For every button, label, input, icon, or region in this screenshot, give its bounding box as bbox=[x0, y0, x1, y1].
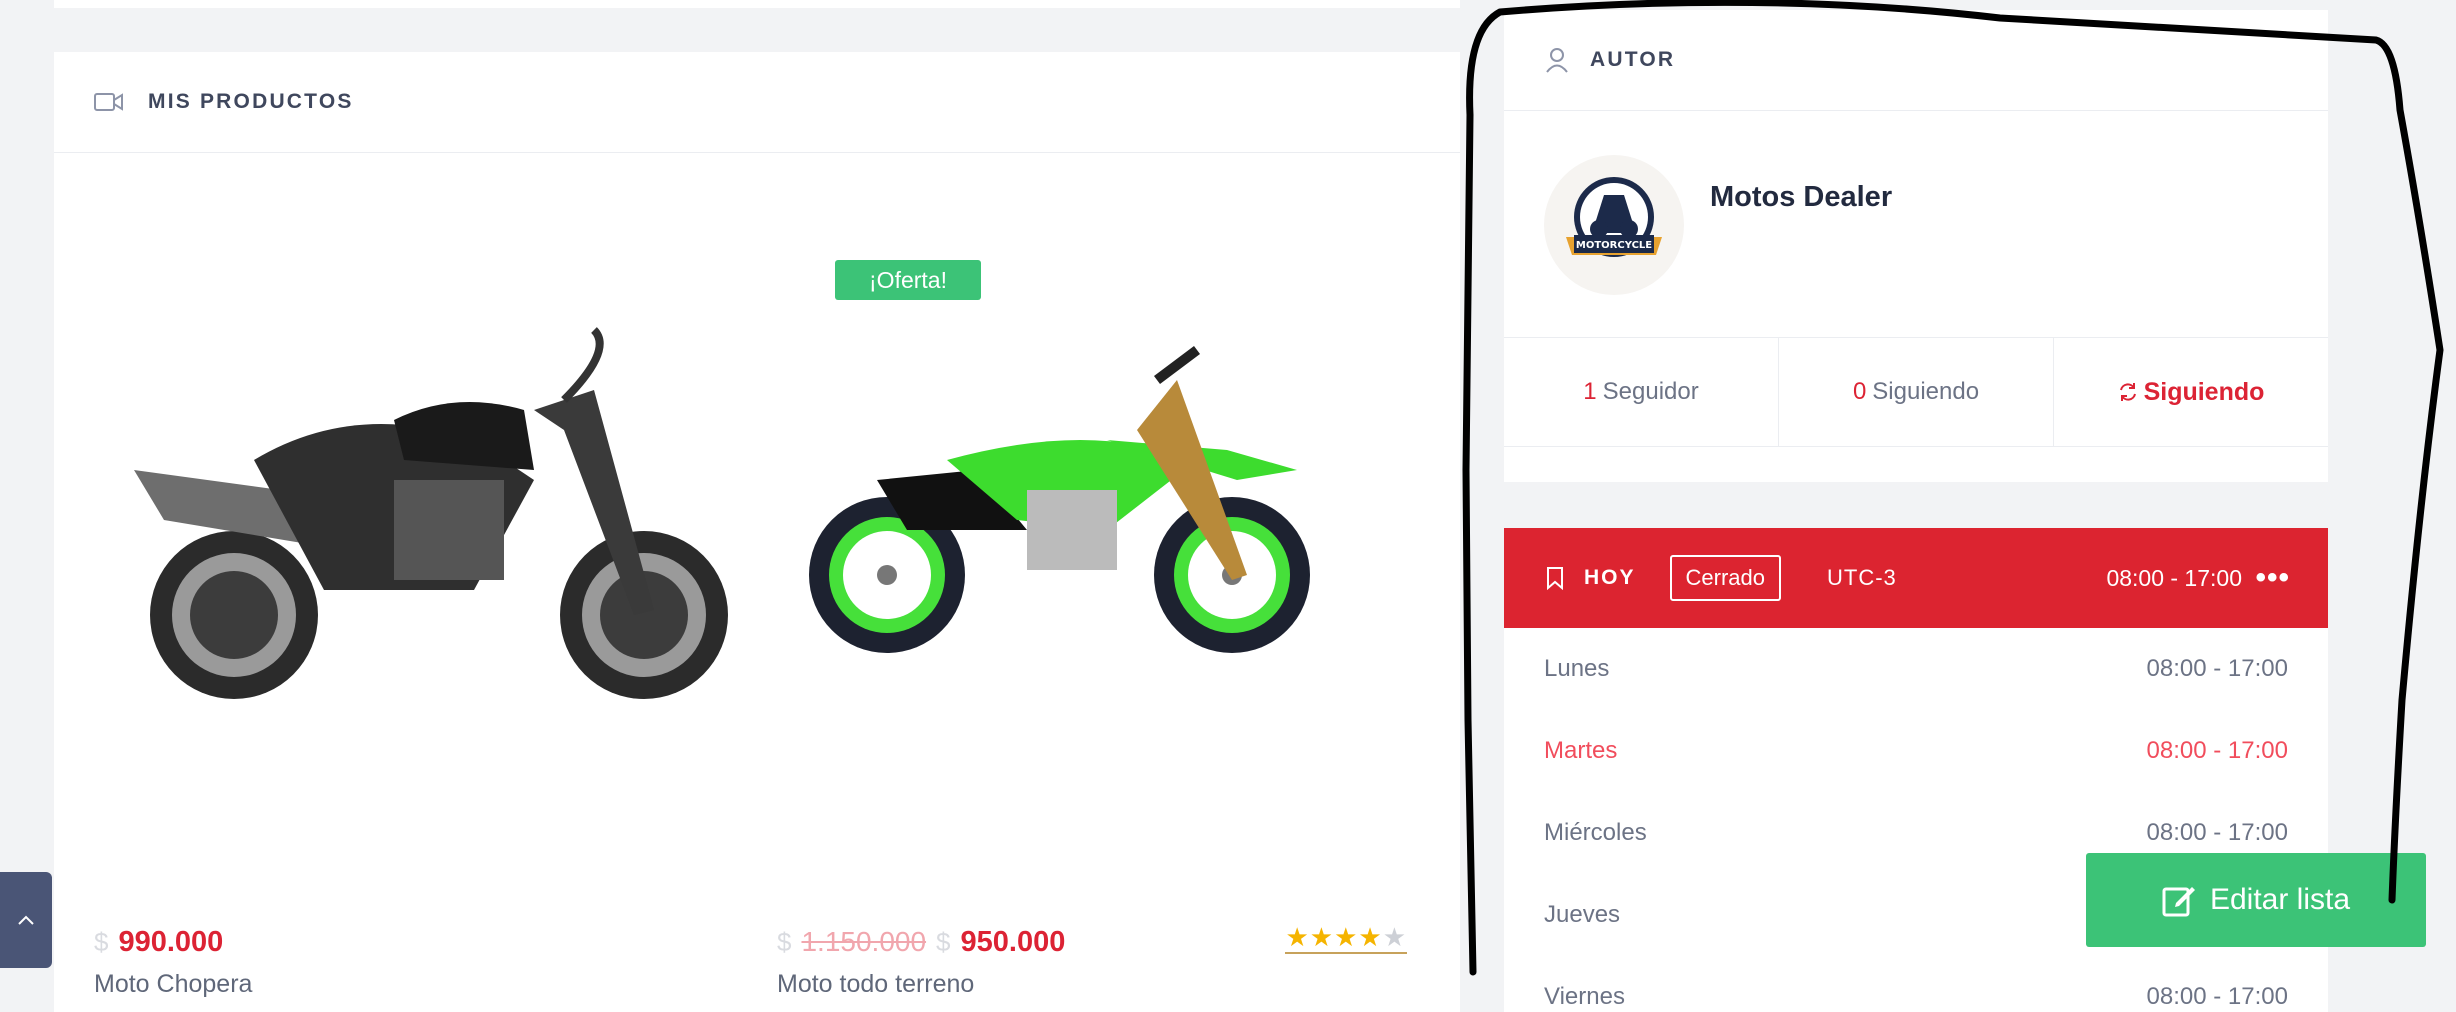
day-hours: 08:00 - 17:00 bbox=[2146, 819, 2288, 846]
day-row: Viernes 08:00 - 17:00 bbox=[1504, 956, 2328, 1012]
star-filled-icon: ★ bbox=[1358, 922, 1383, 952]
follow-button[interactable]: Siguiendo bbox=[2054, 338, 2328, 446]
bookmark-icon bbox=[1546, 566, 1564, 590]
hours-header: HOY Cerrado UTC-3 08:00 - 17:00 ••• bbox=[1504, 528, 2328, 628]
currency-symbol: $ bbox=[777, 927, 792, 957]
author-name[interactable]: Motos Dealer bbox=[1710, 181, 1892, 214]
top-card-edge bbox=[54, 0, 1460, 8]
open-status-badge: Cerrado bbox=[1669, 555, 1781, 601]
section-title: MIS PRODUCTOS bbox=[148, 90, 354, 113]
author-header: AUTOR bbox=[1504, 10, 2328, 111]
product-price: 990.000 bbox=[118, 926, 224, 958]
rating-stars: ★★★★★ bbox=[1285, 922, 1407, 954]
price-row: $ 990.000 bbox=[94, 926, 223, 959]
old-price: 1.150.000 bbox=[801, 926, 927, 957]
day-row: Lunes 08:00 - 17:00 bbox=[1504, 628, 2328, 710]
author-profile: MOTORCYCLE Motos Dealer bbox=[1504, 111, 2328, 338]
followers-count: 1 bbox=[1583, 378, 1597, 405]
logo-text: MOTORCYCLE bbox=[1576, 240, 1652, 251]
day-row-active: Martes 08:00 - 17:00 bbox=[1504, 710, 2328, 792]
star-empty-icon: ★ bbox=[1382, 922, 1407, 952]
day-name: Viernes bbox=[1544, 983, 1625, 1010]
products-header: MIS PRODUCTOS bbox=[54, 52, 1460, 153]
day-hours: 08:00 - 17:00 bbox=[2146, 983, 2288, 1010]
star-filled-icon: ★ bbox=[1285, 922, 1310, 952]
video-camera-icon bbox=[94, 91, 124, 113]
chevron-up-icon bbox=[18, 915, 34, 925]
scroll-to-top-button[interactable] bbox=[0, 872, 52, 968]
edit-icon bbox=[2162, 883, 2196, 917]
more-options-icon[interactable]: ••• bbox=[2255, 561, 2290, 595]
day-hours: 08:00 - 17:00 bbox=[2146, 737, 2288, 764]
star-filled-icon: ★ bbox=[1309, 922, 1335, 952]
day-hours: 08:00 - 17:00 bbox=[2146, 655, 2288, 682]
products-section: MIS PRODUCTOS $ 990.000 Moto Chopera ¡Of… bbox=[54, 52, 1460, 1012]
product-card[interactable]: ¡Oferta! $ 1.150.000 $ 950.000 ★★★★★ Mot… bbox=[777, 170, 1437, 1010]
follow-button-label: Siguiendo bbox=[2143, 377, 2265, 406]
following-count: 0 bbox=[1852, 378, 1867, 405]
following-stat[interactable]: 0 Siguiendo bbox=[1779, 338, 2054, 446]
author-stats: 1 Seguidor 0 Siguiendo Siguiendo bbox=[1504, 338, 2328, 447]
refresh-icon bbox=[2118, 382, 2138, 402]
today-label: HOY bbox=[1584, 566, 1636, 589]
author-avatar[interactable]: MOTORCYCLE bbox=[1544, 155, 1684, 295]
edit-list-button[interactable]: Editar lista bbox=[2086, 853, 2426, 947]
product-price: 950.000 bbox=[960, 926, 1066, 958]
currency-symbol: $ bbox=[936, 927, 951, 957]
day-name: Miércoles bbox=[1544, 819, 1647, 846]
section-title: AUTOR bbox=[1590, 48, 1676, 71]
day-name: Lunes bbox=[1544, 655, 1610, 682]
edit-list-label: Editar lista bbox=[2209, 883, 2351, 916]
currency-symbol: $ bbox=[94, 927, 109, 957]
following-label: Siguiendo bbox=[1872, 378, 1980, 405]
author-widget: AUTOR MOTORCYCLE Motos Dealer 1 Seguidor… bbox=[1504, 10, 2328, 482]
followers-stat[interactable]: 1 Seguidor bbox=[1504, 338, 1779, 446]
today-hours: 08:00 - 17:00 bbox=[2106, 564, 2242, 591]
product-image-dirt-bike[interactable] bbox=[777, 230, 1437, 750]
product-name[interactable]: Moto Chopera bbox=[94, 970, 252, 999]
price-row: $ 1.150.000 $ 950.000 bbox=[777, 926, 1065, 959]
user-icon bbox=[1546, 47, 1568, 73]
day-name: Martes bbox=[1544, 737, 1618, 764]
star-filled-icon: ★ bbox=[1334, 922, 1359, 952]
timezone-label: UTC-3 bbox=[1827, 565, 1897, 590]
product-card[interactable]: $ 990.000 Moto Chopera bbox=[94, 170, 744, 1010]
day-name: Jueves bbox=[1544, 901, 1621, 928]
followers-label: Seguidor bbox=[1602, 378, 1699, 405]
product-image-chopper[interactable] bbox=[94, 230, 744, 750]
product-name[interactable]: Moto todo terreno bbox=[777, 970, 974, 999]
